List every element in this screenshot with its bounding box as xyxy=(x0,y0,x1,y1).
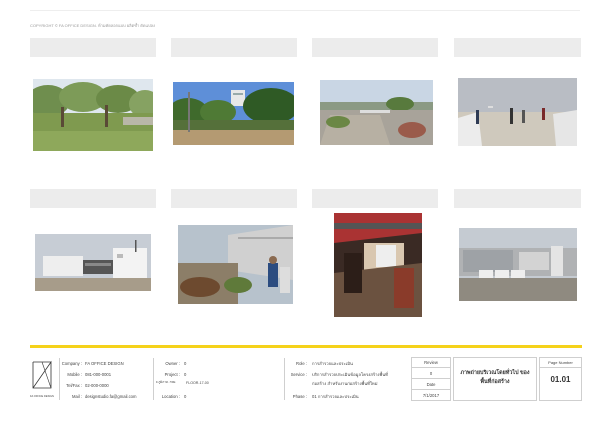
page-number-label: Page Number xyxy=(548,360,573,365)
owner-label: Owner : xyxy=(165,361,180,366)
company-value: FA OFFICE DESIGN xyxy=(85,361,124,366)
site-photo-rooftop-garden xyxy=(320,80,433,145)
location-label: Location : xyxy=(161,394,180,399)
mail-label: Mail : xyxy=(71,394,82,399)
site-photo-rooftop-units xyxy=(459,228,577,301)
page-number-value: 01.01 xyxy=(550,375,571,384)
copyright-notice: COPYRIGHT © FA OFFICE DESIGN. ห้ามคัดลอก… xyxy=(30,23,156,28)
project-note: F.ภูมิภาค. กทม. xyxy=(156,380,177,384)
photo-label-bar xyxy=(312,38,438,57)
title-block-divider xyxy=(30,345,582,348)
review-value: 0 xyxy=(429,371,433,376)
site-photo-rooftop-people xyxy=(458,78,577,146)
review-label: Review xyxy=(424,360,438,365)
date-label: Date xyxy=(426,382,436,387)
divider xyxy=(411,389,451,390)
sheet-title-line-1: ภาพถ่ายบริเวณโดยทั่วไป ของ xyxy=(460,370,530,376)
site-photo-interior xyxy=(334,213,422,317)
telfax-label: Tel/Fax : xyxy=(66,383,82,388)
photo-label-bar xyxy=(454,38,581,57)
owner-value: 0 xyxy=(184,361,187,366)
photo-label-bar xyxy=(312,189,438,208)
logo-frame xyxy=(31,358,57,398)
phase-label: Phase : xyxy=(292,394,307,399)
photo-label-bar xyxy=(171,189,297,208)
mobile-label: Mobile : xyxy=(67,372,82,377)
photo-label-bar xyxy=(30,189,156,208)
company-label: Company : xyxy=(61,361,82,366)
site-photo-trees xyxy=(33,79,153,151)
sheet-title-line-2: พื้นที่ก่อสร้าง xyxy=(480,379,510,385)
photo-label-bar xyxy=(171,38,297,57)
mobile-value: 081-000-0001 xyxy=(85,372,112,377)
telfax-value: 02-000-0000 xyxy=(85,383,109,388)
site-photo-road xyxy=(173,82,294,145)
header-divider xyxy=(30,10,580,11)
divider xyxy=(539,367,582,368)
divider xyxy=(411,378,451,379)
phase-value: 01 การสำรวจและประเมิน xyxy=(312,394,359,399)
service-line-1: บริการสำรวจประเมินข้อมูลโครงสร้างพื้นที่ xyxy=(312,372,388,377)
photo-label-bar xyxy=(30,38,156,57)
location-value: 0 xyxy=(184,394,187,399)
project-value: 0 xyxy=(184,372,187,377)
project-code: FLOOR-17-00 xyxy=(186,381,209,385)
photo-label-bar xyxy=(454,189,581,208)
site-photo-white-building xyxy=(35,234,151,291)
divider xyxy=(411,367,451,368)
logo-caption: FA OFFICE DESIGN xyxy=(30,395,54,398)
service-label: Service : xyxy=(290,372,307,377)
date-value: 7/1/2017 xyxy=(422,393,440,398)
mail-value: designstudio.fa@gmail.com xyxy=(85,394,137,399)
role-value: การสำรวจและประเมิน xyxy=(312,361,353,366)
role-label: Role : xyxy=(296,361,307,366)
site-photo-worker xyxy=(178,225,293,304)
service-line-2: ก่อสร้าง สำหรับงานก่อสร้างพื้นที่ใหม่ xyxy=(312,381,378,386)
project-label: Project : xyxy=(164,372,180,377)
